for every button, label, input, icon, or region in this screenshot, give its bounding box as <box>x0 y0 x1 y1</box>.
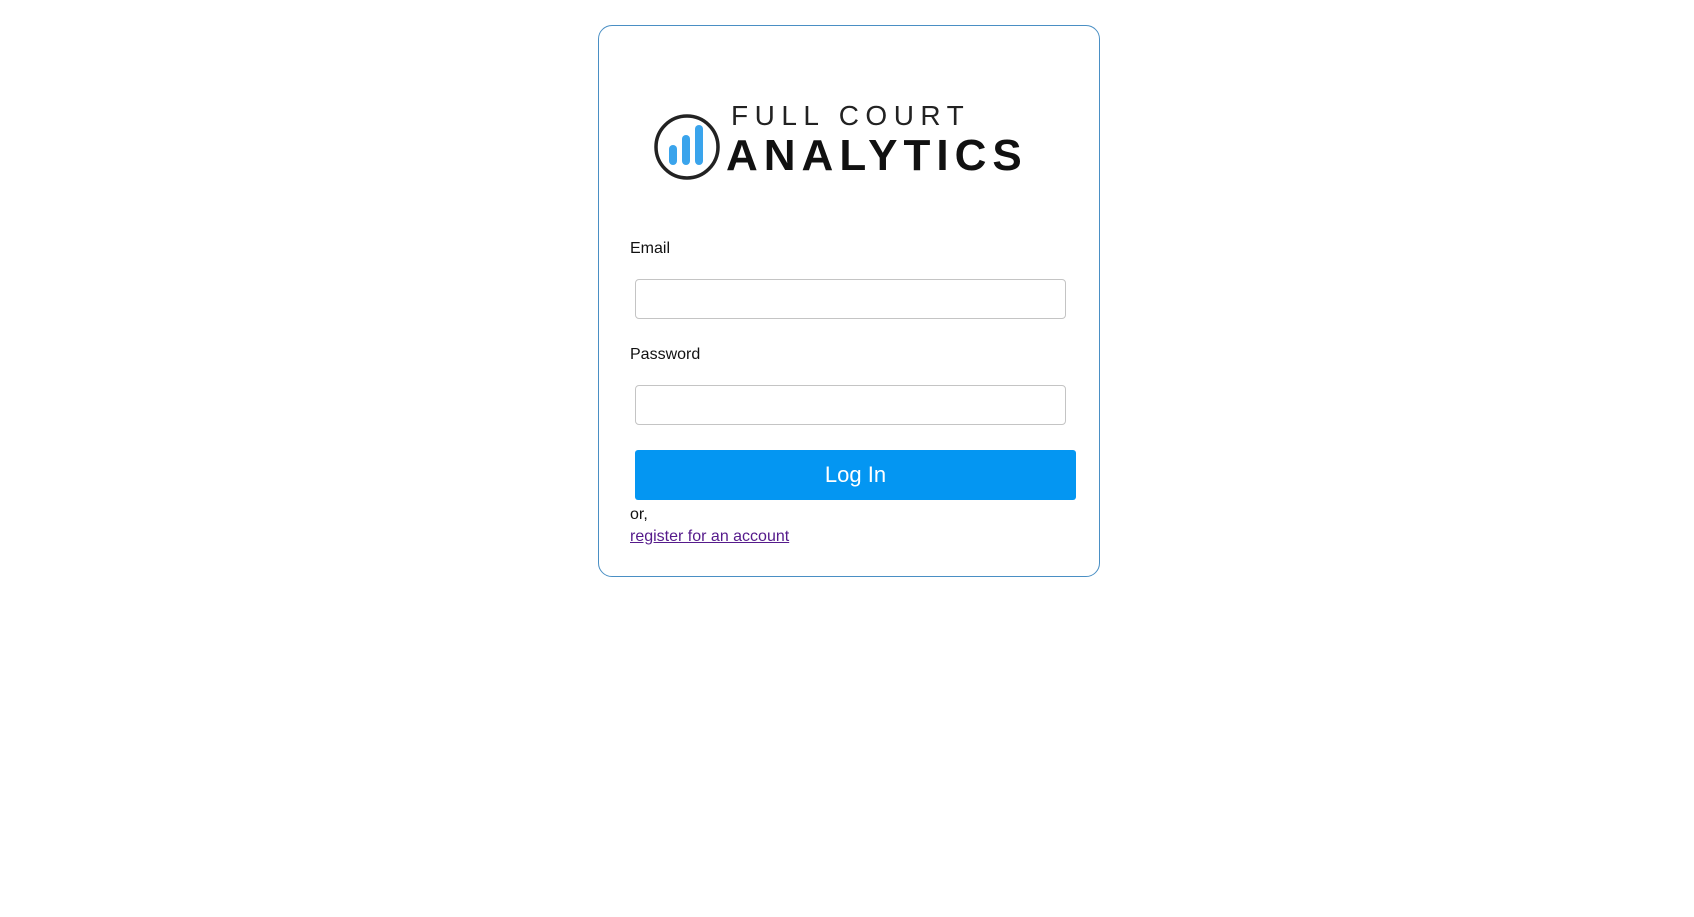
password-field[interactable] <box>635 385 1066 425</box>
logo-line1: FULL COURT <box>731 100 970 131</box>
full-court-analytics-logo: FULL COURT ANALYTICS <box>654 81 1052 181</box>
email-label: Email <box>630 240 671 257</box>
logo-line2: ANALYTICS <box>726 131 1028 180</box>
logo-graphic: FULL COURT ANALYTICS <box>654 100 1028 180</box>
login-button[interactable]: Log In <box>635 450 1076 500</box>
login-card: FULL COURT ANALYTICS Email Password Log … <box>598 25 1100 577</box>
or-text: or, <box>630 506 648 523</box>
password-label: Password <box>630 346 701 363</box>
register-link[interactable]: register for an account <box>630 527 789 547</box>
bar-chart-circle-icon <box>654 114 720 180</box>
email-field[interactable] <box>635 279 1066 319</box>
